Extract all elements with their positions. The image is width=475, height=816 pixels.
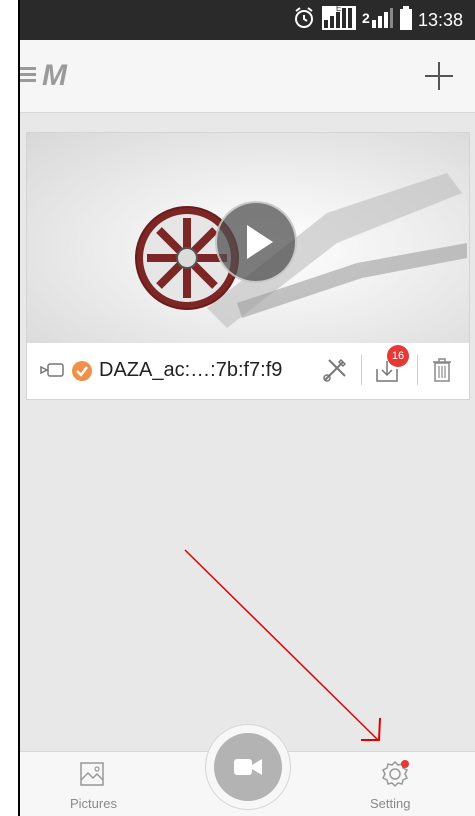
app-logo: M (42, 59, 67, 92)
check-circle-icon (71, 360, 93, 387)
nav-pictures-label: Pictures (70, 796, 117, 811)
delete-button[interactable] (431, 357, 453, 388)
nav-setting[interactable]: Setting (345, 752, 455, 816)
annotation-arrow (184, 549, 381, 741)
sim2-signal-icon: 2 (362, 6, 394, 35)
app-bar: M (20, 40, 475, 113)
settings-tools-button[interactable] (321, 356, 349, 389)
play-icon (217, 225, 295, 285)
add-device-button[interactable] (421, 58, 457, 94)
nav-pictures[interactable]: Pictures (50, 752, 150, 816)
phone-screen: E 2 13:38 M DAZA_ac:…:7b:f7:f9 16 Pictur… (20, 0, 475, 816)
device-name[interactable]: DAZA_ac:…:7b:f7:f9 (99, 359, 282, 382)
nav-setting-label: Setting (370, 796, 411, 811)
plus-icon (421, 62, 457, 98)
menu-icon (20, 64, 38, 89)
device-card-footer: DAZA_ac:…:7b:f7:f9 16 (27, 343, 469, 399)
network-type-label: E (335, 3, 342, 13)
tools-icon (321, 358, 349, 388)
download-icon (373, 361, 401, 389)
sim2-label: 2 (361, 9, 370, 26)
record-button-inner (214, 733, 282, 801)
gear-icon (379, 758, 411, 795)
pictures-icon (78, 760, 106, 793)
record-button[interactable] (205, 724, 291, 810)
download-button[interactable]: 16 (373, 345, 409, 389)
trash-icon (431, 358, 453, 387)
alarm-icon (292, 6, 316, 35)
status-bar: E 2 13:38 (20, 0, 475, 40)
battery-icon (399, 5, 412, 35)
menu-button[interactable]: M (20, 59, 67, 92)
signal-icon: E (321, 3, 356, 35)
video-thumbnail[interactable] (27, 133, 469, 343)
status-icons: E 2 13:38 (292, 3, 463, 35)
download-badge: 16 (387, 345, 409, 367)
divider (417, 355, 418, 385)
camera-outline-icon (39, 361, 65, 384)
left-frame (0, 0, 20, 816)
device-card: DAZA_ac:…:7b:f7:f9 16 (26, 132, 470, 400)
status-time: 13:38 (417, 9, 463, 30)
video-camera-icon (234, 755, 264, 784)
divider (361, 355, 362, 385)
play-button[interactable] (215, 201, 297, 283)
